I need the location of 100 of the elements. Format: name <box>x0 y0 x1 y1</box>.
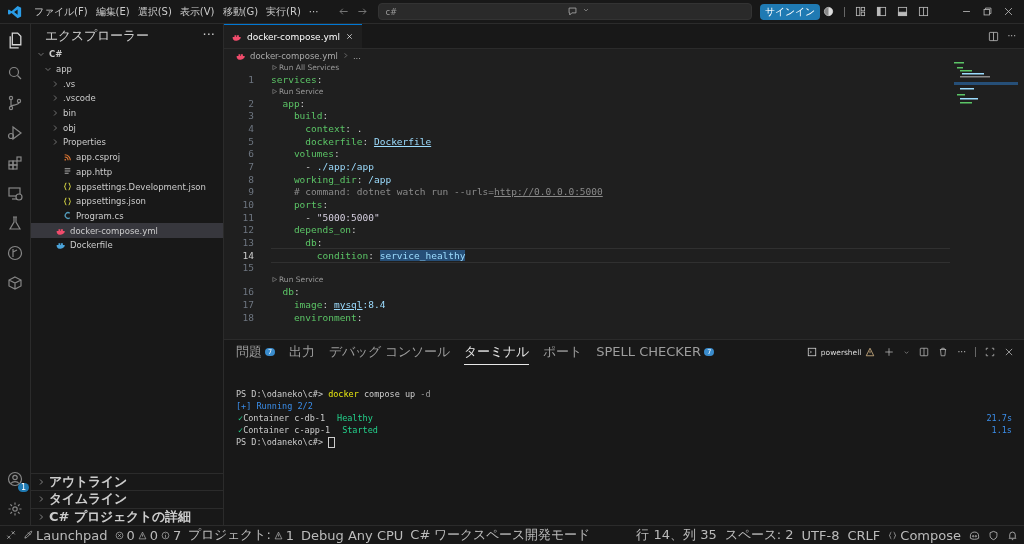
folder-item[interactable]: obj <box>31 120 223 136</box>
terminal-line: Container c-app-1 Started <box>243 425 378 435</box>
c-sharp-icon <box>63 211 72 221</box>
account-icon[interactable] <box>7 471 23 487</box>
menu-item[interactable]: 移動(G) <box>218 2 263 21</box>
breadcrumb-item[interactable]: ... <box>352 50 362 61</box>
settings-icon[interactable] <box>7 501 23 517</box>
error-icon <box>114 530 124 540</box>
file-item[interactable]: app.http <box>31 164 223 180</box>
line-number: 8 <box>247 173 255 185</box>
file-name: obj <box>63 122 76 133</box>
remote-icon[interactable] <box>6 530 16 540</box>
panel-tab[interactable]: ターミナル <box>464 339 530 365</box>
code-line: ports: <box>292 199 329 211</box>
line-number: 17 <box>241 298 255 310</box>
editor-tab[interactable]: docker-compose.yml <box>224 24 363 48</box>
plus-icon[interactable] <box>884 347 895 357</box>
forward-arrow-icon[interactable] <box>357 6 369 17</box>
folder-item[interactable]: Properties <box>31 135 223 150</box>
layout-icon[interactable] <box>855 6 866 17</box>
chat-icon[interactable] <box>567 6 579 17</box>
menu-item[interactable]: 選択(S) <box>133 2 176 21</box>
shield-icon[interactable] <box>988 529 999 541</box>
menu-item[interactable]: 表示(V) <box>175 2 219 21</box>
file-name: appsettings.json <box>76 196 146 207</box>
status-item[interactable]: スペース: 2 <box>724 526 794 544</box>
chevron-down-icon[interactable] <box>903 348 911 356</box>
source-control-icon[interactable] <box>7 95 23 111</box>
menu-item[interactable]: 編集(E) <box>91 2 134 21</box>
folder-item[interactable]: .vscode <box>31 91 223 106</box>
language-item[interactable]: Compose <box>888 527 961 543</box>
more-actions[interactable]: ··· <box>957 347 966 357</box>
code-line: services: <box>271 73 323 85</box>
code-line: working_dir: /app <box>292 173 392 185</box>
launchpad-item[interactable]: Launchpad <box>23 527 108 543</box>
folder-item[interactable]: C# <box>31 47 223 62</box>
remote-monitor-icon[interactable] <box>7 185 23 201</box>
trash-icon[interactable] <box>938 347 949 357</box>
status-item[interactable]: UTF-8 <box>801 527 840 543</box>
git-graph-icon[interactable] <box>7 245 23 261</box>
maximize-icon[interactable] <box>985 347 995 357</box>
code-line: # command: dotnet watch run --urls=http://0.0.0.0:5000 <box>292 186 603 198</box>
folder-item[interactable]: bin <box>31 105 223 121</box>
project-item[interactable]: プロジェクト: 1 <box>188 526 295 544</box>
close-icon[interactable] <box>1003 6 1014 17</box>
sidebar-toggle-icon[interactable] <box>876 6 887 17</box>
menu-item[interactable]: 実行(R) <box>262 2 305 21</box>
explorer-title: エクスプローラー <box>45 27 149 45</box>
menu-item[interactable]: ··· <box>304 4 323 19</box>
restore-icon[interactable] <box>982 6 993 17</box>
code-line: condition: service_healthy <box>315 249 466 261</box>
problems-item[interactable]: 0 0 7 <box>114 527 182 543</box>
file-name: Properties <box>63 137 106 148</box>
copilot-icon[interactable] <box>969 529 980 541</box>
line-number: 13 <box>241 237 255 249</box>
file-name: app <box>56 64 72 75</box>
half-circle-icon[interactable] <box>823 6 834 17</box>
status-item[interactable]: Debug Any CPU <box>301 527 404 543</box>
folder-item[interactable]: .vs <box>31 76 223 92</box>
file-item[interactable]: appsettings.Development.json <box>31 179 223 194</box>
split-pane-icon[interactable] <box>918 6 929 17</box>
file-item[interactable]: app.csproj <box>31 149 223 165</box>
minimap-drawing <box>954 62 1018 107</box>
warning-icon <box>273 530 283 540</box>
panel-tab[interactable]: 出力 <box>289 339 316 365</box>
extensions-icon[interactable] <box>7 155 23 171</box>
file-item[interactable]: docker-compose.yml <box>31 223 223 238</box>
section-header[interactable]: アウトライン <box>31 472 223 490</box>
breadcrumb-item[interactable]: docker-compose.yml <box>250 50 338 61</box>
folder-item[interactable]: app <box>31 61 223 77</box>
section-header[interactable]: タイムライン <box>31 490 223 508</box>
file-item[interactable]: Program.cs <box>31 208 223 224</box>
menu-item[interactable]: ファイル(F) <box>30 2 92 21</box>
status-item[interactable]: CRLF <box>847 527 881 543</box>
bell-icon[interactable] <box>1007 529 1018 541</box>
search-field[interactable]: c# <box>378 3 753 20</box>
file-item[interactable]: appsettings.json <box>31 193 223 209</box>
panel-toggle-icon[interactable] <box>897 6 908 17</box>
close-icon[interactable] <box>1004 347 1014 357</box>
more-actions[interactable]: ··· <box>1007 31 1016 41</box>
panel-tab[interactable]: ポート <box>543 339 583 365</box>
close-icon[interactable] <box>345 32 355 41</box>
chevron-down-icon[interactable] <box>582 6 591 14</box>
panel-tab[interactable]: デバッグ コンソール <box>329 339 451 365</box>
warning-icon <box>865 347 876 357</box>
box-icon[interactable] <box>7 275 23 291</box>
status-item[interactable]: 行 14、列 35 <box>636 526 717 544</box>
flask-icon[interactable] <box>7 215 23 231</box>
sign-in-button[interactable]: サインイン <box>760 3 821 20</box>
back-arrow-icon[interactable] <box>338 6 350 17</box>
run-debug-icon[interactable] <box>7 125 23 141</box>
info-icon <box>161 530 171 540</box>
more-actions[interactable]: ··· <box>202 27 215 45</box>
file-item[interactable]: Dockerfile <box>31 237 223 253</box>
search-icon[interactable] <box>7 65 23 81</box>
check-icon: ✓ <box>236 413 244 423</box>
split-editor-icon[interactable] <box>988 30 1000 42</box>
split-editor-icon[interactable] <box>919 347 930 357</box>
line-number: 12 <box>241 224 255 236</box>
status-item[interactable]: C# ワークスペース開発モード <box>410 526 591 544</box>
